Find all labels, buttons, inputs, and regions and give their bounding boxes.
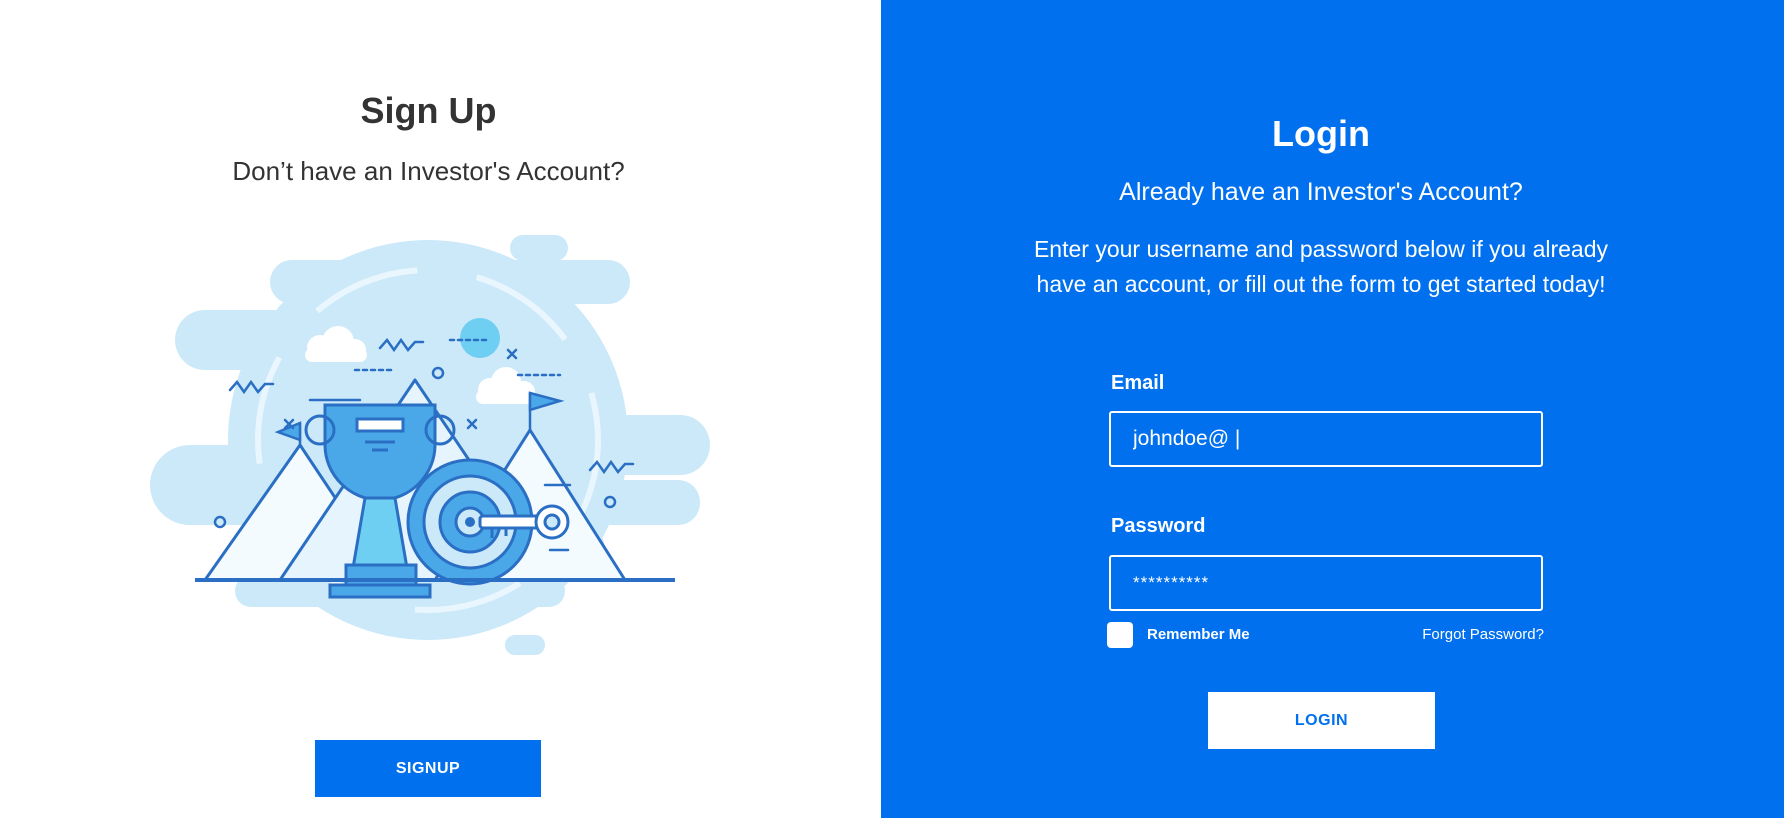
- login-button[interactable]: LOGIN: [1208, 692, 1435, 749]
- login-title: Login: [1272, 113, 1370, 154]
- remember-me-checkbox[interactable]: [1107, 622, 1133, 648]
- email-field[interactable]: [1109, 411, 1543, 467]
- signup-subtitle: Don’t have an Investor's Account?: [232, 156, 625, 186]
- forgot-password-link[interactable]: Forgot Password?: [1416, 626, 1544, 643]
- signup-button[interactable]: SIGNUP: [315, 740, 541, 797]
- password-field[interactable]: [1109, 555, 1543, 611]
- login-subtitle: Already have an Investor's Account?: [1119, 178, 1523, 206]
- remember-me-label: Remember Me: [1147, 626, 1250, 643]
- signup-title: Sign Up: [360, 90, 497, 131]
- login-panel: Login Already have an Investor's Account…: [881, 0, 1784, 818]
- signup-panel: Sign Up Don’t have an Investor's Account…: [0, 0, 881, 818]
- login-description: Enter your username and password below i…: [1033, 236, 1609, 297]
- password-label: Password: [1111, 515, 1206, 537]
- trophy-key-illustration: [150, 235, 710, 655]
- email-label: Email: [1111, 372, 1165, 394]
